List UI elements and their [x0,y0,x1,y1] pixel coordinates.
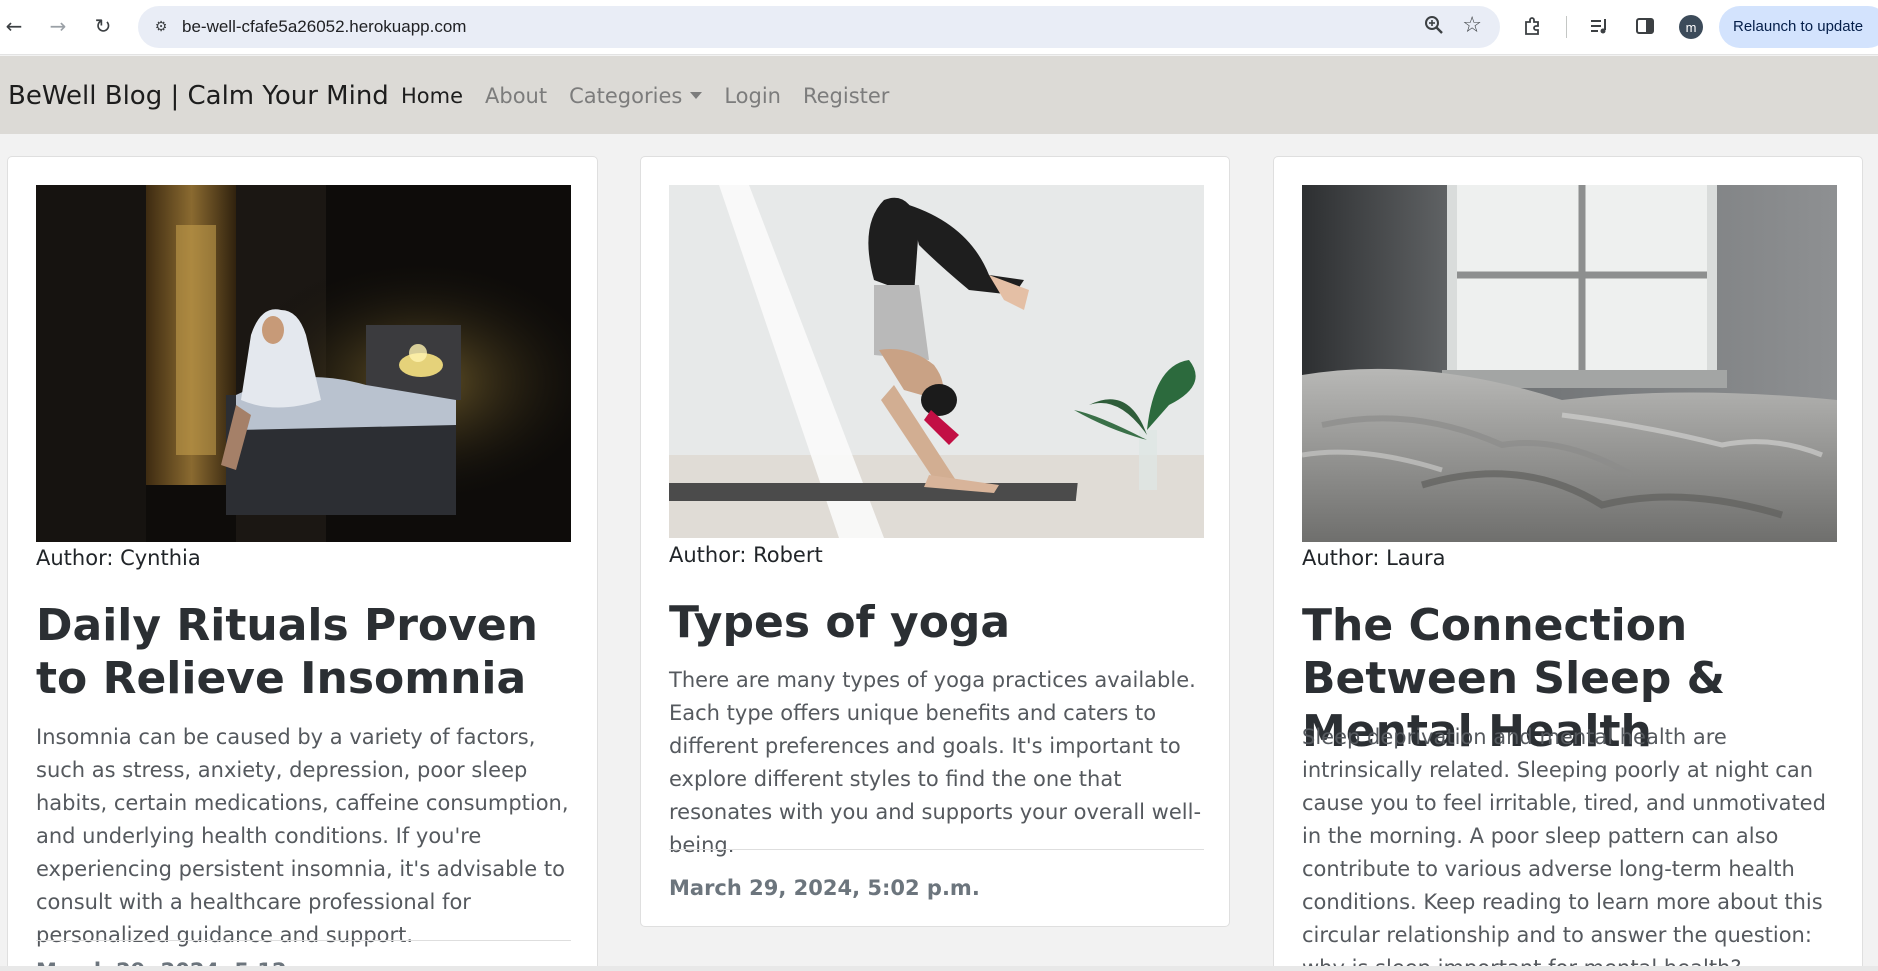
post-date: March 29, 2024, 5:02 p.m. [669,876,980,900]
nav-categories-dropdown[interactable]: Categories [569,84,703,108]
post-excerpt: Insomnia can be caused by a variety of f… [36,725,569,947]
post-author: Author: Robert [669,543,823,567]
nav-register[interactable]: Register [803,84,889,108]
media-controls-icon[interactable] [1586,12,1614,40]
card-divider [36,940,571,941]
nav-categories-label: Categories [569,84,683,108]
nav-links: Home About Categories Login Register [401,84,911,108]
post-card[interactable]: Author: Laura The Connection Between Sle… [1273,156,1863,971]
relaunch-button[interactable]: Relaunch to update [1719,6,1878,48]
browser-toolbar: ← → ↻ ⚙ be-well-cfafe5a26052.herokuapp.c… [0,0,1878,55]
url-text[interactable]: be-well-cfafe5a26052.herokuapp.com [182,17,466,37]
reload-icon[interactable]: ↻ [89,12,117,40]
site-brand[interactable]: BeWell Blog | Calm Your Mind [8,81,389,111]
site-navbar: BeWell Blog | Calm Your Mind Home About … [0,56,1878,134]
card-divider [669,849,1204,850]
side-panel-icon[interactable] [1631,12,1659,40]
nav-login[interactable]: Login [724,84,781,108]
profile-avatar[interactable]: m [1679,15,1703,39]
nav-home[interactable]: Home [401,84,463,108]
post-card[interactable]: Author: Robert Types of yoga There are m… [640,156,1230,927]
post-image[interactable] [669,185,1204,538]
window-bottom-edge [0,966,1878,971]
site-settings-icon[interactable]: ⚙ [150,16,172,38]
post-title[interactable]: Types of yoga [669,596,1209,649]
post-excerpt: There are many types of yoga practices a… [669,668,1202,857]
post-author: Author: Laura [1302,546,1446,570]
toolbar-divider [1566,16,1567,38]
post-card[interactable]: Author: Cynthia Daily Rituals Proven to … [7,156,598,971]
nav-about[interactable]: About [485,84,547,108]
zoom-icon[interactable] [1424,15,1444,40]
forward-arrow-icon[interactable]: → [44,12,72,40]
bookmark-star-icon[interactable]: ☆ [1462,13,1482,38]
post-excerpt: Sleep deprivation and mental health are … [1302,725,1826,971]
post-title[interactable]: Daily Rituals Proven to Relieve Insomnia [36,599,576,705]
address-bar[interactable]: ⚙ be-well-cfafe5a26052.herokuapp.com ☆ [138,6,1500,48]
post-image[interactable] [1302,185,1837,542]
caret-down-icon [690,92,703,99]
post-image[interactable] [36,185,571,542]
extensions-icon[interactable] [1519,12,1547,40]
back-arrow-icon[interactable]: ← [0,12,28,40]
post-author: Author: Cynthia [36,546,201,570]
